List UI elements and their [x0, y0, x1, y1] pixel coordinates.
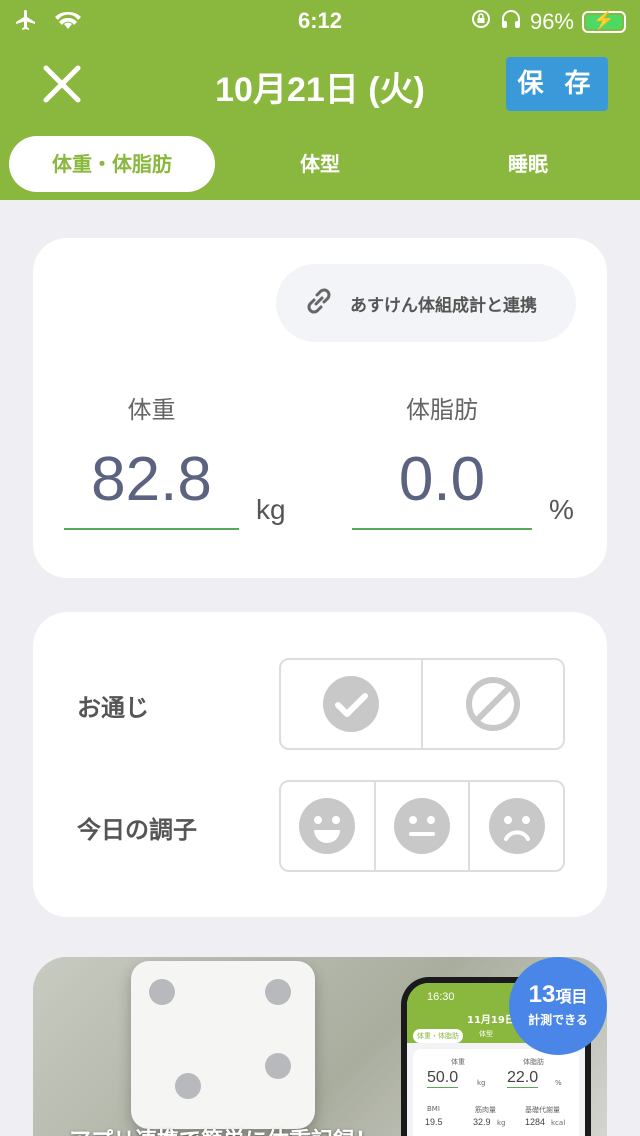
measurement-card: あすけん体組成計と連携 体重 82.8 kg 体脂肪 0.0 %	[33, 238, 607, 578]
phone-weight-label: 体重	[451, 1058, 465, 1066]
prohibited-icon	[466, 677, 520, 731]
mood-bad-option[interactable]	[470, 782, 563, 870]
feature-count-badge: 13項目 計測できる	[509, 957, 607, 1055]
link-scale-button[interactable]: あすけん体組成計と連携	[276, 264, 576, 342]
link-icon	[302, 284, 336, 322]
phone-stat-label: 基礎代謝量	[525, 1106, 560, 1114]
bowel-selector	[279, 658, 565, 750]
mood-normal-option[interactable]	[376, 782, 471, 870]
weight-unit: kg	[256, 494, 286, 525]
tab-bar: 体重・体脂肪 体型 睡眠	[0, 136, 640, 192]
body-fat-input[interactable]: 0.0	[352, 444, 532, 515]
tab-weight-bodyfat[interactable]: 体重・体脂肪	[9, 136, 215, 192]
neutral-face-icon	[394, 798, 450, 854]
phone-weight-unit: kg	[477, 1079, 486, 1087]
orientation-lock-icon	[470, 8, 492, 36]
body-fat-underline	[352, 528, 532, 530]
phone-stat-unit: kcal	[551, 1119, 566, 1127]
link-scale-label: あすけん体組成計と連携	[350, 295, 537, 316]
badge-subtext: 計測できる	[528, 1013, 588, 1027]
phone-tab-active: 体重・体脂肪	[413, 1029, 463, 1043]
bowel-yes-option[interactable]	[281, 660, 423, 748]
phone-stat-label: 筋肉量	[475, 1106, 496, 1114]
phone-weight-value: 50.0	[427, 1069, 459, 1088]
phone-stat-value: 1284	[525, 1117, 546, 1127]
sad-face-icon	[488, 798, 545, 854]
phone-time: 16:30	[427, 991, 455, 1003]
bowel-no-option[interactable]	[423, 660, 563, 748]
badge-unit: 項目	[555, 989, 588, 1006]
headphones-icon	[500, 8, 522, 36]
weight-input[interactable]: 82.8	[64, 444, 239, 515]
mood-good-option[interactable]	[281, 782, 376, 870]
mood-label: 今日の調子	[77, 816, 197, 844]
check-icon	[323, 676, 379, 732]
scale-image	[131, 961, 315, 1129]
smile-face-icon	[299, 798, 356, 854]
weight-underline	[64, 528, 239, 530]
phone-tab-other: 体型	[479, 1030, 493, 1038]
phone-stat-unit: kg	[497, 1119, 506, 1127]
body-fat-label: 体脂肪	[406, 396, 478, 424]
battery-icon: ⚡	[582, 10, 626, 33]
badge-count: 13	[528, 981, 556, 1008]
save-button[interactable]: 保 存	[506, 57, 608, 111]
bowel-label: お通じ	[77, 694, 149, 722]
body-fat-unit: %	[549, 494, 574, 525]
tab-body-shape[interactable]: 体型	[260, 136, 380, 192]
condition-card: お通じ 今日の調子	[33, 612, 607, 917]
promo-banner[interactable]: 16:30 11月19日( 体重・体脂肪 体型 体重 50.0 kg 体脂肪 2…	[33, 957, 607, 1136]
phone-fat-value: 22.0	[507, 1069, 539, 1088]
tab-sleep[interactable]: 睡眠	[468, 136, 588, 192]
battery-percent: 96%	[529, 9, 574, 34]
header: 10月21日 (火) 保 存 体重・体脂肪 体型 睡眠	[0, 42, 640, 200]
banner-caption: アプリ連携で簡単に体重記録！	[69, 1123, 377, 1136]
phone-stat-label: BMI	[427, 1105, 440, 1113]
mood-selector	[279, 780, 565, 872]
weight-label: 体重	[127, 396, 176, 424]
charging-bolt-icon: ⚡	[592, 10, 616, 30]
phone-fat-unit: %	[555, 1079, 562, 1087]
phone-fat-label: 体脂肪	[523, 1058, 544, 1066]
phone-stat-value: 19.5	[425, 1117, 443, 1127]
phone-stat-value: 32.9	[473, 1117, 491, 1127]
status-bar: 6:12 96% ⚡	[0, 0, 640, 42]
